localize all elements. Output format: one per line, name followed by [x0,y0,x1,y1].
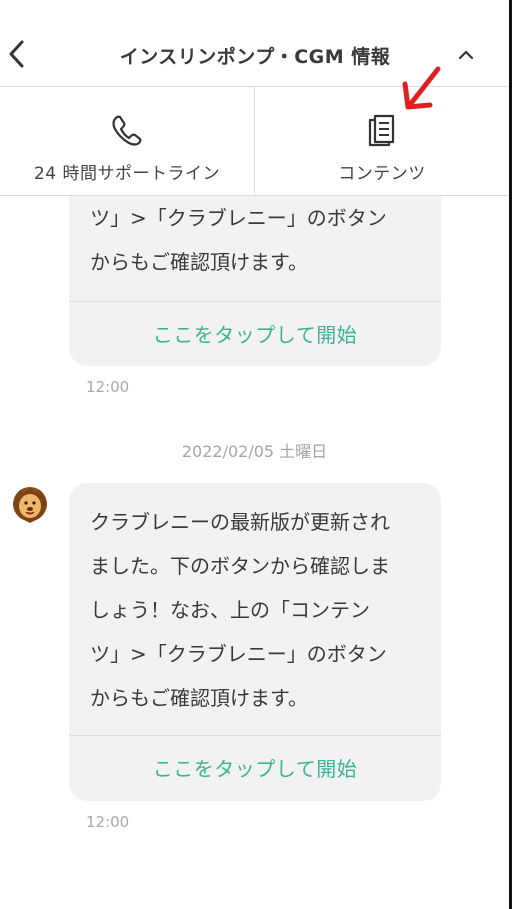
message-line: ました。下のボタンから確認しま [90,554,390,578]
message-line: しょう！なお、上の「コンテン [90,598,370,622]
start-button[interactable]: ここをタップして開始 [69,302,441,366]
message-line: からもご確認頂けます。 [90,250,308,274]
message-line: ツ」>「クラブレニー」のボタン [90,642,387,666]
date-separator: 2022/02/05 土曜日 [181,442,328,461]
tab-contents[interactable]: コンテンツ [255,87,509,195]
message-line: からもご確認頂けます。 [90,686,308,710]
back-button[interactable] [2,36,34,72]
message-bubble: ツ」>「クラブレニー」のボタン からもご確認頂けます。 ここをタップして開始 [69,170,441,366]
document-list-icon [368,114,395,147]
message-text: ツ」>「クラブレニー」のボタン からもご確認頂けます。 [69,196,441,284]
tab-contents-label: コンテンツ [338,164,426,184]
start-button[interactable]: ここをタップして開始 [69,736,441,801]
lion-avatar-icon [13,487,47,523]
message-line: クラブレニーの最新版が更新され [90,510,390,534]
message-time: 12:00 [86,813,130,831]
phone-icon [112,115,142,146]
arrow-icon [402,66,441,110]
message-text: クラブレニーの最新版が更新され ました。下のボタンから確認しま しょう！なお、上… [69,500,441,720]
tab-support-line[interactable]: 24 時間サポートライン [0,87,255,195]
message-line: ツ」>「クラブレニー」のボタン [90,206,387,230]
chat-screen: インスリンポンプ・CGM 情報 24 時間サポートライン コンテンツ ツ」>「ク… [0,0,512,909]
page-title: インスリンポンプ・CGM 情報 [119,46,391,68]
tab-support-line-label: 24 時間サポートライン [33,164,221,184]
collapse-button[interactable] [451,42,481,68]
message-bubble: クラブレニーの最新版が更新され ました。下のボタンから確認しま しょう！なお、上… [69,483,441,801]
chevron-up-icon [458,50,474,60]
message-time: 12:00 [86,378,130,396]
chevron-left-icon [9,40,24,68]
